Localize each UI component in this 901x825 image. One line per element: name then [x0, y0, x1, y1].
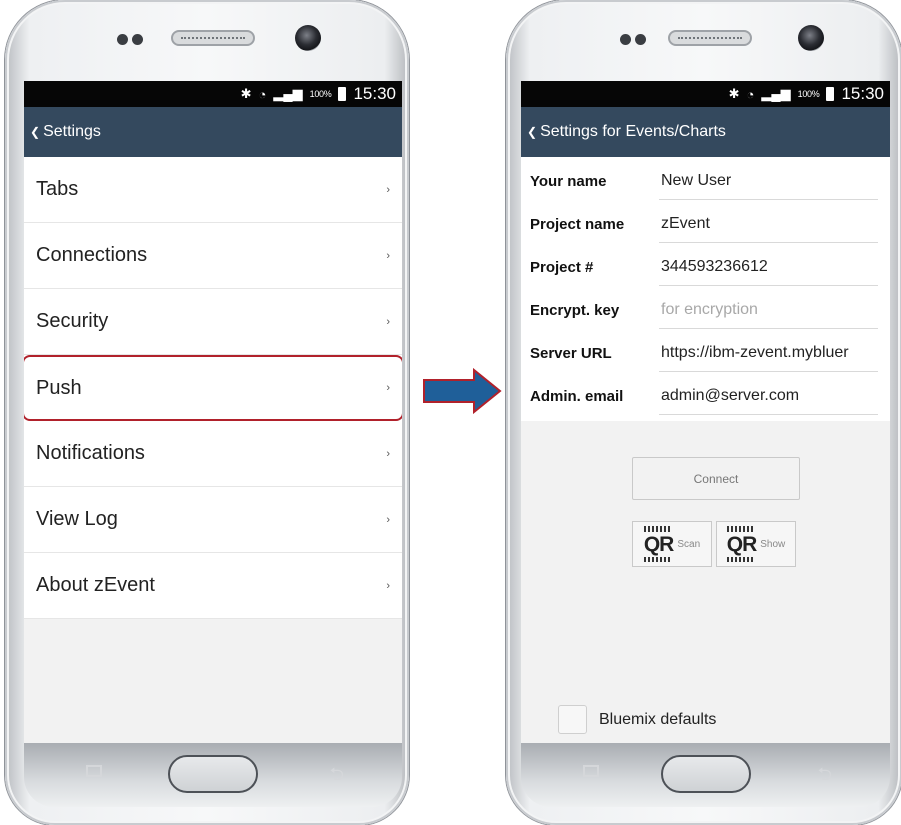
field-your-name: Your name New User: [521, 157, 890, 200]
signal-icon: ▂▄▆: [273, 86, 303, 101]
battery-percent: 100%: [797, 89, 820, 99]
menu-item-tabs[interactable]: Tabs ›: [24, 157, 402, 223]
phone-top-hardware: [506, 24, 901, 54]
field-project-name: Project name zEvent: [521, 200, 890, 243]
menu-item-label: About zEvent: [36, 574, 155, 596]
settings-form: Your name New User Project name zEvent P…: [521, 157, 890, 421]
chevron-right-icon: ›: [386, 183, 390, 196]
recent-apps-icon[interactable]: [86, 765, 102, 777]
field-label: Admin. email: [530, 388, 624, 405]
bluetooth-icon: ✱: [240, 86, 252, 101]
field-encrypt-key: Encrypt. key for encryption: [521, 286, 890, 329]
back-chevron-icon[interactable]: ❮: [527, 125, 537, 139]
wifi-icon: ◔: [258, 86, 267, 102]
header-title[interactable]: Settings for Events/Charts: [540, 123, 726, 141]
left-screen: ✱ ◔ ▂▄▆ 100% 15:30 ❮ Settings Tabs › Con…: [24, 81, 402, 743]
left-phone: ✱ ◔ ▂▄▆ 100% 15:30 ❮ Settings Tabs › Con…: [5, 0, 409, 825]
qr-scan-label: Scan: [677, 538, 701, 550]
field-label: Project name: [530, 216, 625, 233]
home-button[interactable]: [168, 755, 258, 793]
header-title[interactable]: Settings: [43, 123, 101, 141]
menu-item-label: Notifications: [36, 442, 145, 464]
chevron-right-icon: ›: [386, 315, 390, 328]
settings-header: ❮ Settings: [24, 107, 402, 157]
bluemix-label: Bluemix defaults: [599, 710, 717, 728]
wifi-icon: ◔: [746, 86, 755, 102]
connect-button[interactable]: Connect: [632, 457, 800, 500]
menu-item-label: Security: [36, 310, 109, 332]
bluemix-checkbox[interactable]: [558, 705, 587, 734]
hardware-buttons: ⮌: [521, 749, 890, 813]
qr-show-button[interactable]: QR Show: [716, 521, 796, 567]
chevron-right-icon: ›: [386, 579, 390, 592]
chevron-right-icon: ›: [386, 382, 390, 394]
menu-item-label: Push: [36, 376, 82, 399]
field-label: Encrypt. key: [530, 302, 620, 319]
menu-item-about[interactable]: About zEvent ›: [24, 553, 402, 619]
project-name-input[interactable]: zEvent: [659, 215, 878, 243]
your-name-input[interactable]: New User: [659, 172, 878, 200]
right-screen: ✱ ◔ ▂▄▆ 100% 15:30 ❮ Settings for Events…: [521, 81, 890, 743]
bluetooth-icon: ✱: [728, 86, 740, 101]
status-time: 15:30: [841, 84, 884, 103]
chevron-right-icon: ›: [386, 447, 390, 460]
qr-code-icon: QR: [643, 525, 674, 562]
settings-header: ❮ Settings for Events/Charts: [521, 107, 890, 157]
menu-item-view-log[interactable]: View Log ›: [24, 487, 402, 553]
admin-email-input[interactable]: admin@server.com: [659, 387, 878, 415]
menu-item-notifications[interactable]: Notifications ›: [24, 421, 402, 487]
sensor-dots: [117, 34, 143, 45]
menu-item-push[interactable]: Push ›: [24, 355, 402, 421]
home-button[interactable]: [660, 755, 751, 793]
field-label: Server URL: [530, 345, 612, 362]
recent-apps-icon[interactable]: [583, 765, 599, 777]
status-bar: ✱ ◔ ▂▄▆ 100% 15:30: [521, 81, 890, 107]
menu-item-label: Connections: [36, 244, 148, 266]
back-arrow-icon[interactable]: ⮌: [818, 762, 832, 792]
field-label: Your name: [530, 173, 607, 190]
status-time: 15:30: [353, 84, 396, 103]
front-camera-icon: [798, 25, 824, 51]
menu-item-label: Tabs: [36, 178, 79, 200]
menu-item-connections[interactable]: Connections ›: [24, 223, 402, 289]
server-url-input[interactable]: https://ibm-zevent.mybluer: [659, 344, 878, 372]
encrypt-key-input[interactable]: for encryption: [659, 301, 878, 329]
flow-arrow-icon: [423, 368, 502, 414]
earpiece-speaker: [171, 30, 255, 46]
field-project-number: Project # 344593236612: [521, 243, 890, 286]
phone-top-hardware: [5, 24, 409, 54]
battery-icon: [826, 87, 835, 101]
bluemix-defaults-row[interactable]: Bluemix defaults: [558, 705, 716, 734]
field-label: Project #: [530, 259, 594, 276]
qr-show-label: Show: [760, 538, 786, 550]
hardware-buttons: ⮌: [24, 749, 402, 813]
battery-icon: [338, 87, 347, 101]
qr-scan-button[interactable]: QR Scan: [632, 521, 712, 567]
back-chevron-icon[interactable]: ❮: [30, 125, 40, 139]
chevron-right-icon: ›: [386, 513, 390, 526]
field-server-url: Server URL https://ibm-zevent.mybluer: [521, 329, 890, 372]
menu-item-label: View Log: [36, 508, 118, 530]
field-admin-email: Admin. email admin@server.com: [521, 372, 890, 415]
earpiece-speaker: [668, 30, 752, 46]
qr-code-icon: QR: [726, 525, 757, 562]
signal-icon: ▂▄▆: [761, 86, 791, 101]
project-number-input[interactable]: 344593236612: [659, 258, 878, 286]
status-bar: ✱ ◔ ▂▄▆ 100% 15:30: [24, 81, 402, 107]
right-phone: ✱ ◔ ▂▄▆ 100% 15:30 ❮ Settings for Events…: [506, 0, 901, 825]
sensor-dots: [620, 34, 646, 45]
front-camera-icon: [295, 25, 321, 51]
settings-menu: Tabs › Connections › Security › Push › N…: [24, 157, 402, 619]
battery-percent: 100%: [309, 89, 332, 99]
chevron-right-icon: ›: [386, 249, 390, 262]
back-arrow-icon[interactable]: ⮌: [330, 762, 344, 792]
menu-item-security[interactable]: Security ›: [24, 289, 402, 355]
